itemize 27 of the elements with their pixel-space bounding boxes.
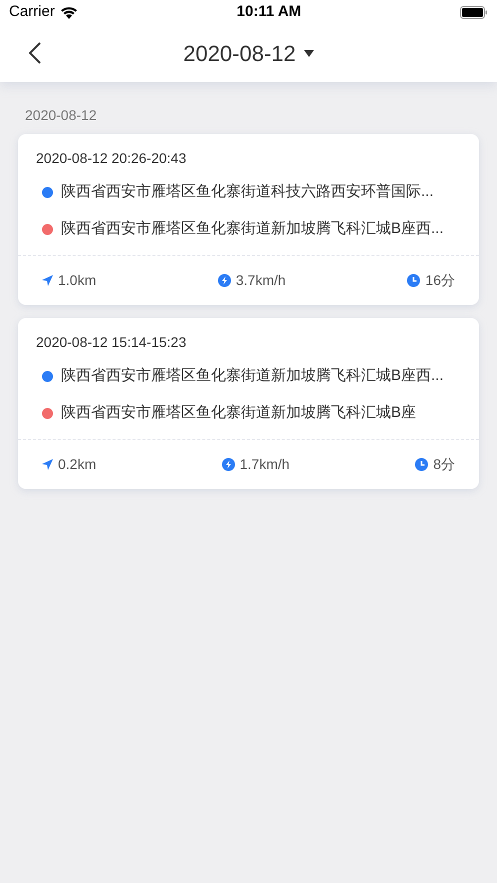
distance-text: 0.2km [58, 455, 96, 474]
section-date: 2020-08-12 [25, 106, 98, 125]
clock-time: 10:11 AM [236, 2, 302, 22]
battery-icon [460, 6, 488, 19]
duration-text: 16分 [425, 271, 455, 290]
speed-text: 3.7km/h [236, 271, 286, 290]
wifi-icon [60, 6, 78, 19]
navigation-arrow-icon [42, 275, 53, 286]
duration-text: 8分 [433, 455, 455, 474]
lightning-icon [222, 458, 235, 471]
navigation-arrow-icon [42, 459, 53, 470]
trip-card[interactable]: 2020-08-12 20:26-20:43 陕西省西安市雁塔区鱼化寨街道科技六路西安环普国际... 陕西省西安市雁塔区鱼化寨街道新加坡腾飞科汇城B座西... 1.0km 3.7km/h 16分 [18, 134, 479, 305]
address-text: 陕西省西安市雁塔区鱼化寨街道新加坡腾飞科汇城B座西... [61, 366, 444, 386]
clock-icon [407, 274, 420, 287]
speed-text: 1.7km/h [240, 455, 290, 474]
address-text: 陕西省西安市雁塔区鱼化寨街道新加坡腾飞科汇城B座西... [61, 218, 444, 239]
trip-card[interactable]: 2020-08-12 15:14-15:23 陕西省西安市雁塔区鱼化寨街道新加坡腾飞科汇城B座西... 陕西省西安市雁塔区鱼化寨街道新加坡腾飞科汇城B座 0.2km 1.7km/h 8分 [18, 318, 479, 489]
trip-time: 2020-08-12 20:26-20:43 [36, 149, 188, 168]
address-text: 陕西省西安市雁塔区鱼化寨街道新加坡腾飞科汇城B座 [61, 402, 416, 423]
lightning-icon [218, 274, 231, 287]
address-text: 陕西省西安市雁塔区鱼化寨街道科技六路西安环普国际... [61, 182, 434, 202]
dropdown-caret-icon [304, 50, 314, 57]
trip-time: 2020-08-12 15:14-15:23 [36, 333, 188, 352]
carrier-label: Carrier [9, 2, 55, 22]
date-picker-button[interactable]: 2020-08-12 [183, 37, 314, 70]
distance-text: 1.0km [58, 271, 96, 290]
clock-icon [415, 458, 428, 471]
